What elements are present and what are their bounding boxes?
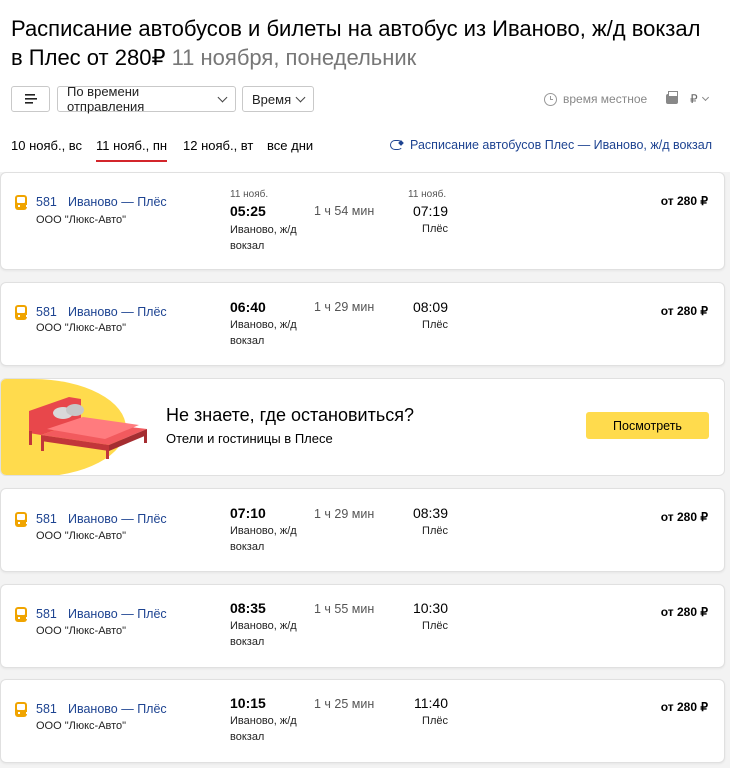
bus-icon [15, 195, 28, 210]
trip-card[interactable]: 581 Иваново — Плёс ООО "Люкс-Авто" 10:15… [0, 679, 725, 763]
sort-dropdown[interactable]: По времени отправления [57, 84, 236, 114]
chevron-down-icon [295, 92, 306, 102]
route-name[interactable]: Иваново — Плёс [68, 195, 167, 209]
trip-duration: 1 ч 29 мин [314, 507, 375, 521]
carrier: ООО "Люкс-Авто" [36, 720, 127, 732]
price[interactable]: от 280 ₽ [661, 510, 708, 524]
reverse-route-label: Расписание автобусов Плес — Иваново, ж/д… [410, 138, 712, 152]
route-name[interactable]: Иваново — Плёс [68, 607, 167, 621]
carrier: ООО "Люкс-Авто" [36, 625, 127, 637]
route-name[interactable]: Иваново — Плёс [68, 702, 167, 716]
timezone-toggle[interactable]: время местное [544, 92, 647, 106]
bus-icon [15, 702, 28, 717]
ad-subtitle: Отели и гостиницы в Плесе [166, 431, 333, 446]
arrival-time: 08:39 [412, 505, 448, 521]
printer-icon[interactable] [666, 91, 678, 104]
departure-date: 11 нояб. [230, 189, 269, 200]
price[interactable]: от 280 ₽ [661, 194, 708, 208]
currency-label: ₽ [690, 92, 698, 106]
trip-card[interactable]: 581 Иваново — Плёс ООО "Люкс-Авто" 07:10… [0, 488, 725, 572]
trip-card[interactable]: 581 Иваново — Плёс ООО "Люкс-Авто" 06:40… [0, 282, 725, 366]
bus-icon [15, 305, 28, 320]
price[interactable]: от 280 ₽ [661, 304, 708, 318]
route-number[interactable]: 581 [36, 512, 57, 526]
ad-title: Не знаете, где остановиться? [166, 405, 414, 425]
bed-icon [29, 397, 147, 459]
departure-time: 10:15 [230, 695, 266, 711]
departure-place: Иваново, ж/д вокзал [230, 525, 297, 553]
carrier: ООО "Люкс-Авто" [36, 214, 127, 226]
trip-card[interactable]: 581 Иваново — Плёс ООО "Люкс-Авто" 11 но… [0, 172, 725, 270]
time-label: Время [252, 91, 292, 107]
price[interactable]: от 280 ₽ [661, 605, 708, 619]
route-name[interactable]: Иваново — Плёс [68, 305, 167, 319]
departure-place: Иваново, ж/д вокзал [230, 715, 297, 743]
hotels-ad-banner: Не знаете, где остановиться? Отели и гос… [0, 378, 725, 476]
page-title: Расписание автобусов и билеты на автобус… [11, 14, 711, 72]
arrival-date: 11 нояб. [408, 189, 447, 200]
departure-place: Иваново, ж/д вокзал [230, 319, 297, 347]
carrier: ООО "Люкс-Авто" [36, 322, 127, 334]
view-hotels-button[interactable]: Посмотреть [586, 412, 709, 439]
reverse-route-link[interactable]: Расписание автобусов Плес — Иваново, ж/д… [390, 138, 712, 152]
arrival-time: 11:40 [414, 695, 448, 711]
route-number[interactable]: 581 [36, 305, 57, 319]
tab-11-nov[interactable]: 11 нояб., пн [96, 138, 168, 162]
route-number[interactable]: 581 [36, 702, 57, 716]
departure-time: 07:10 [230, 505, 266, 521]
chevron-down-icon [701, 93, 709, 101]
arrival-time: 08:09 [412, 299, 448, 315]
departure-time: 08:35 [230, 600, 266, 616]
chevron-down-icon [217, 92, 228, 102]
carrier: ООО "Люкс-Авто" [36, 530, 127, 542]
trip-duration: 1 ч 54 мин [314, 204, 375, 218]
bus-icon [15, 512, 28, 527]
route-number[interactable]: 581 [36, 195, 57, 209]
arrival-time: 10:30 [412, 600, 448, 616]
route-name[interactable]: Иваново — Плёс [68, 512, 167, 526]
clock-icon [544, 92, 557, 106]
arrival-time: 07:19 [412, 203, 448, 219]
title-date: 11 ноября, понедельник [171, 45, 417, 70]
arrival-place: Плёс [422, 525, 448, 537]
arrival-place: Плёс [422, 620, 448, 632]
trip-card[interactable]: 581 Иваново — Плёс ООО "Люкс-Авто" 08:35… [0, 584, 725, 668]
currency-dropdown[interactable]: ₽ [690, 92, 709, 106]
departure-place: Иваново, ж/д вокзал [230, 224, 297, 252]
trip-duration: 1 ч 29 мин [314, 300, 375, 314]
time-dropdown[interactable]: Время [242, 86, 314, 112]
tab-12-nov[interactable]: 12 нояб., вт [183, 138, 253, 162]
page-header: Расписание автобусов и билеты на автобус… [0, 0, 730, 172]
departure-time: 06:40 [230, 299, 266, 315]
trip-duration: 1 ч 25 мин [314, 697, 375, 711]
filters-menu-button[interactable] [11, 86, 50, 112]
arrival-place: Плёс [422, 319, 448, 331]
tab-10-nov[interactable]: 10 нояб., вс [11, 138, 82, 162]
timezone-label: время местное [563, 92, 648, 106]
route-number[interactable]: 581 [36, 607, 57, 621]
hamburger-icon [24, 94, 37, 104]
sort-label: По времени отправления [67, 84, 145, 114]
departure-place: Иваново, ж/д вокзал [230, 620, 297, 648]
price[interactable]: от 280 ₽ [661, 700, 708, 714]
arrival-place: Плёс [422, 223, 448, 235]
arrival-place: Плёс [422, 715, 448, 727]
tab-all-days[interactable]: все дни [267, 138, 313, 162]
swap-icon [390, 140, 404, 150]
trip-duration: 1 ч 55 мин [314, 602, 375, 616]
bus-icon [15, 607, 28, 622]
departure-time: 05:25 [230, 203, 266, 219]
